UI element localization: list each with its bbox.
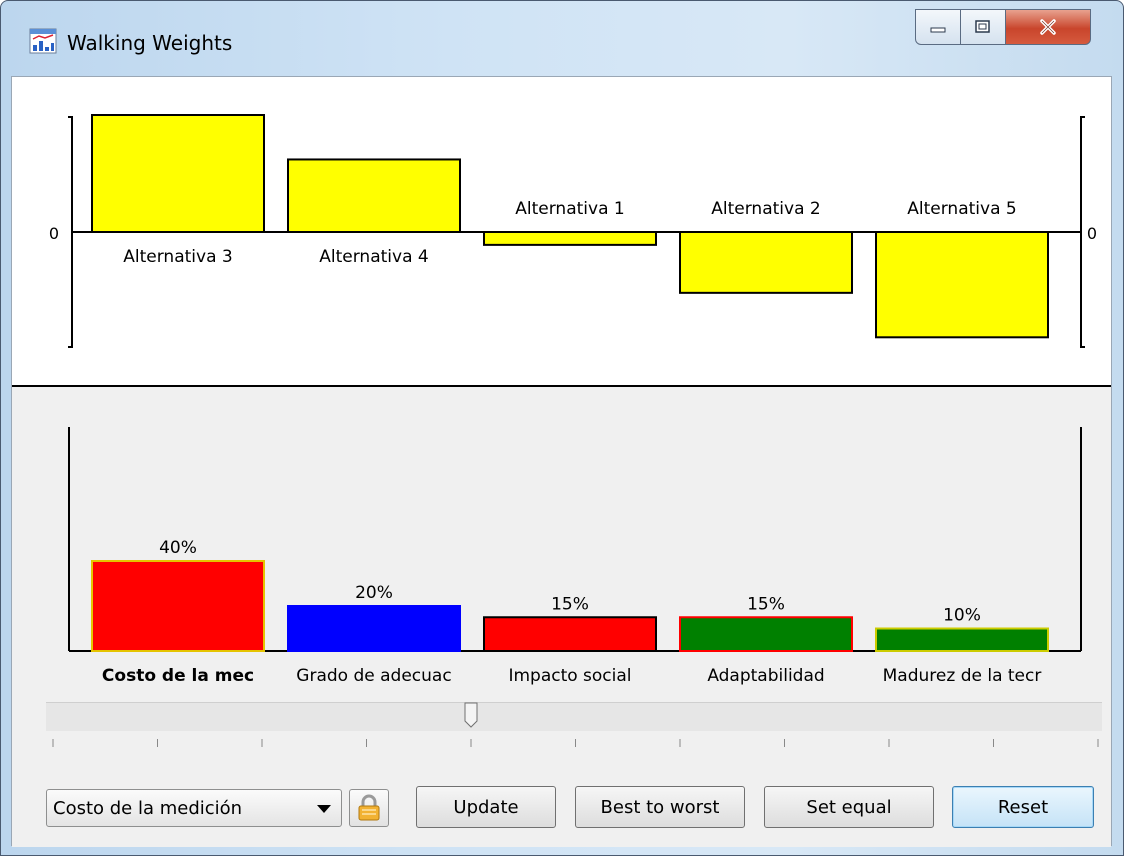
close-icon: [1040, 19, 1056, 35]
minimize-icon: [930, 27, 946, 33]
lock-button[interactable]: [349, 789, 389, 827]
criterion-label[interactable]: Grado de adecuac: [296, 666, 451, 686]
weight-slider-thumb[interactable]: [464, 702, 478, 728]
criterion-label[interactable]: Madurez de la tecr: [883, 666, 1042, 686]
weight-value-label: 20%: [355, 583, 393, 603]
weight-bar[interactable]: [483, 616, 657, 652]
alternative-label: Alternativa 2: [711, 199, 820, 219]
minimize-button[interactable]: [915, 9, 961, 45]
weight-bar[interactable]: [875, 627, 1049, 652]
slider-ticks: [52, 739, 1099, 747]
criterion-select-value: Costo de la medición: [53, 797, 243, 819]
zero-label-left: 0: [49, 224, 59, 243]
weight-value-label: 10%: [943, 606, 981, 626]
weights-chart: 40% Costo de la mec 20% Grado de adecuac 15%…: [68, 427, 1082, 686]
set-equal-button[interactable]: Set equal: [764, 786, 934, 828]
left-axis-bracket: [68, 116, 73, 348]
client-area: 0 0 Alternativa 3 Alternativa 4 Alternativ…: [11, 76, 1112, 847]
reset-button[interactable]: Reset: [952, 786, 1094, 828]
weight-bar[interactable]: [91, 560, 265, 652]
alternatives-panel: 0 0 Alternativa 3 Alternativa 4 Alternativ…: [12, 77, 1111, 387]
alternative-label: Alternativa 4: [319, 247, 428, 267]
weights-panel: 40% Costo de la mec 20% Grado de adecuac 15%…: [12, 387, 1111, 847]
right-axis-bracket: [1080, 116, 1085, 348]
criterion-label[interactable]: Adaptabilidad: [707, 666, 824, 686]
chevron-down-icon: [317, 805, 331, 813]
maximize-icon: [975, 20, 990, 33]
alternative-bar: [875, 231, 1049, 339]
weight-bar[interactable]: [287, 605, 461, 652]
alternatives-chart: 0 0 Alternativa 3 Alternativa 4 Alternativ…: [49, 114, 1097, 348]
alternative-label: Alternativa 5: [907, 199, 1016, 219]
zero-label-right: 0: [1087, 224, 1097, 243]
alternative-bar: [287, 158, 461, 233]
criterion-label[interactable]: Costo de la mec: [102, 666, 254, 686]
alternative-bar: [679, 231, 853, 294]
app-window: Walking Weights 0 0 Alternativa 3 Alterna…: [0, 0, 1124, 856]
alternative-bar: [91, 114, 265, 233]
weight-bar[interactable]: [679, 616, 853, 652]
alternative-bar: [483, 231, 657, 246]
close-button[interactable]: [1005, 9, 1091, 45]
app-icon: [29, 28, 57, 54]
title-bar[interactable]: Walking Weights: [1, 1, 1123, 76]
update-button[interactable]: Update: [416, 786, 556, 828]
maximize-button[interactable]: [960, 9, 1006, 45]
lock-icon: [358, 794, 380, 821]
weight-slider-track[interactable]: [46, 702, 1102, 731]
weight-value-label: 15%: [747, 594, 785, 614]
alternative-label: Alternativa 1: [515, 199, 624, 219]
window-title: Walking Weights: [67, 31, 233, 55]
best-to-worst-button[interactable]: Best to worst: [575, 786, 745, 828]
criterion-label[interactable]: Impacto social: [508, 666, 631, 686]
alternative-label: Alternativa 3: [123, 247, 232, 267]
criterion-select[interactable]: Costo de la medición: [46, 789, 342, 827]
weight-value-label: 40%: [159, 538, 197, 558]
weight-value-label: 15%: [551, 594, 589, 614]
